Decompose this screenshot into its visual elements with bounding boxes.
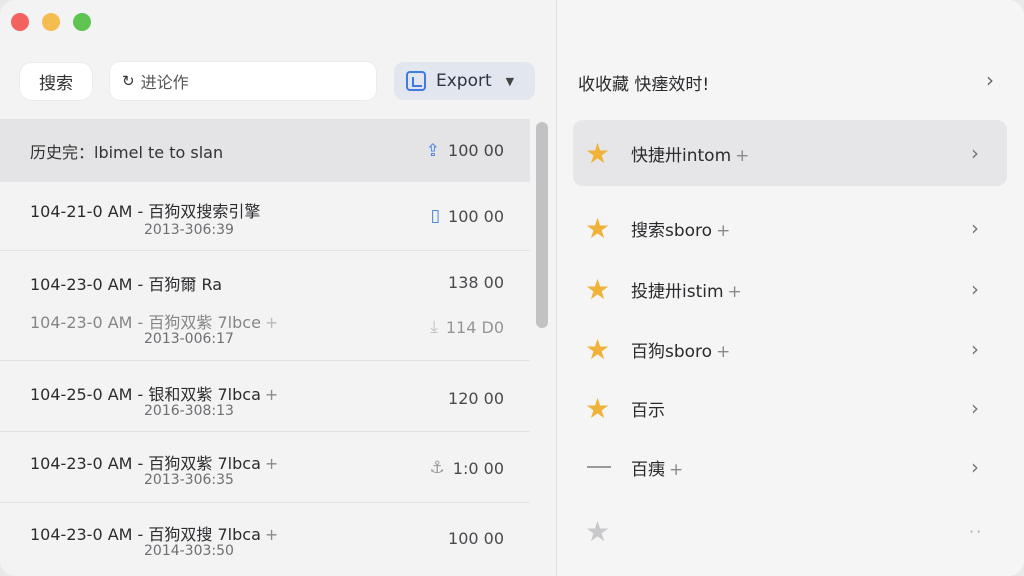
plus-icon: + [716,220,731,241]
minimize-window-button[interactable] [42,13,60,31]
plus-icon: + [264,313,279,332]
plus-icon: + [669,459,684,480]
download-icon: ⤓ [430,317,438,337]
history-list: 历史完：lbimel te to slan ⇪ 100 00 104-21-0 … [0,119,530,574]
check-icon: ↻ [122,72,135,90]
history-row-title: 104-23-0 AM - 百狗双搜 7lbca [30,525,261,544]
upload-icon: ⇪ [425,140,441,161]
more-icon[interactable]: ·· [969,522,983,541]
favorite-item[interactable]: ★ 快捷卅intom + › [573,120,1007,186]
history-row[interactable]: 104-23-0 AM - 百狗双搜 7lbca + 2014-303:50 10… [0,503,530,574]
chevron-right-icon: › [971,337,979,361]
history-row-value: 100 00 [448,206,504,226]
chevron-right-icon: › [971,277,979,301]
favorite-item[interactable]: ★ 搜索sboro + › [573,195,1007,261]
export-icon [406,71,426,91]
plus-icon: + [264,525,279,544]
history-row-title: 104-23-0 AM - 百狗双紫 7lbca [30,454,261,473]
favorites-title: 收收藏 快瘗效时! [578,75,710,95]
history-row-time: 2016-308:13 [144,403,234,419]
document-icon: ▯ [430,206,441,226]
history-row[interactable]: 104-23-0 AM - 百狗双紫 7lbca + 2013-306:35 ⚓ … [0,432,530,503]
history-row-title: 104-21-0 AM - 百狗双搜索引擎 [30,202,261,221]
history-pane: 搜索 ↻ 进论作 Export ▼ 历史完：lbimel te to slan … [0,0,556,576]
star-icon: ★ [585,391,611,425]
favorite-item-label: 搜索sboro [631,220,713,241]
favorite-item[interactable]: ★ 百示 › [573,375,1007,441]
history-row-value: 138 00 [448,273,504,292]
chevron-down-icon: ▼ [505,74,515,88]
history-scrollbar[interactable] [536,122,548,328]
history-row-title: 104-23-0 AM - 百狗爾 Ra [30,275,223,294]
app-window: 搜索 ↻ 进论作 Export ▼ 历史完：lbimel te to slan … [0,0,1024,576]
history-row-value: 120 00 [448,389,504,408]
history-row-title: 104-25-0 AM - 银和双紫 7lbca [30,385,261,404]
history-header-label: 历史完：lbimel te to slan [30,142,224,162]
close-window-button[interactable] [11,13,29,31]
plus-icon: + [727,281,742,302]
history-header-value: 100 00 [448,141,504,160]
export-label: Export [436,71,492,91]
favorite-item-label: 投捷卅istim [631,281,724,302]
anchor-icon: ⚓ [429,458,445,478]
history-row-value: 100 00 [448,529,504,548]
history-row-time: 2013-006:17 [144,331,234,347]
favorite-item[interactable]: 百痍 + › [573,434,1007,500]
search-input-value: 进论作 [140,73,189,92]
favorite-item[interactable]: ★ 投捷卅istim + › [573,256,1007,322]
search-input[interactable]: ↻ 进论作 [110,62,376,100]
history-header[interactable]: 历史完：lbimel te to slan ⇪ 100 00 [0,119,530,182]
history-row-time: 2014-303:50 [144,543,234,559]
favorite-item-label: 百痍 [631,459,665,480]
star-icon: ★ [585,332,611,366]
star-icon: ★ [585,272,611,306]
favorite-item[interactable]: ★ 百狗sboro + › [573,316,1007,382]
star-icon: ★ [585,211,611,245]
history-row-value: 114 D0 [445,317,504,337]
plus-icon: + [264,385,279,404]
favorite-item[interactable]: ★ ·· [573,498,1007,564]
history-row[interactable]: 104-21-0 AM - 百狗双搜索引擎 2013-306:39 ▯ 100 … [0,182,530,251]
star-icon: ★ [585,136,611,170]
plus-icon: + [264,454,279,473]
zoom-window-button[interactable] [73,13,91,31]
export-button[interactable]: Export ▼ [394,62,535,100]
chevron-right-icon: › [971,141,979,165]
favorite-item-label: 快捷卅intom [631,145,732,166]
plus-icon: + [716,341,731,362]
history-row-value: 1:0 00 [452,458,504,478]
history-row-title: 104-23-0 AM - 百狗双紫 7lbce [30,313,261,332]
search-button[interactable]: 搜索 [20,63,92,100]
history-row-time: 2013-306:39 [144,222,234,238]
chevron-right-icon: › [971,216,979,240]
history-row[interactable]: 104-23-0 AM - 百狗爾 Ra 138 00 104-23-0 AM … [0,251,530,361]
chevron-right-icon: › [971,455,979,479]
favorite-item-label: 百示 [631,400,665,421]
favorite-item-label: 百狗sboro [631,341,713,362]
chevron-right-icon: › [971,396,979,420]
history-row[interactable]: 104-25-0 AM - 银和双紫 7lbca + 2016-308:13 12… [0,361,530,432]
history-row-time: 2013-306:35 [144,472,234,488]
dash-icon [587,466,611,468]
plus-icon: + [735,145,750,166]
star-outline-icon: ★ [585,514,611,548]
chevron-right-icon[interactable]: › [986,68,994,92]
